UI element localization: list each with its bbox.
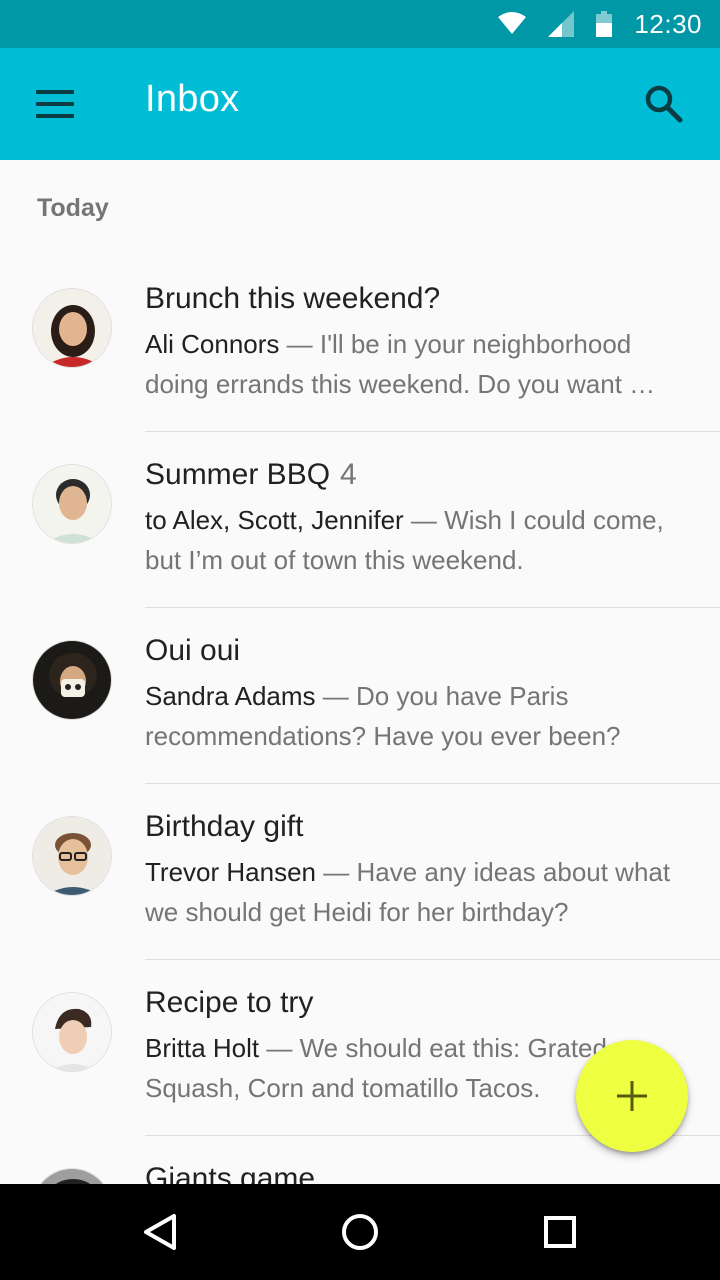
message-subject: Summer BBQ 4 — [145, 458, 357, 491]
message-sender: Sandra Adams — [145, 681, 316, 711]
back-icon[interactable] — [136, 1208, 184, 1256]
menu-icon[interactable] — [36, 90, 74, 118]
compose-fab-button[interactable] — [576, 1040, 688, 1152]
avatar — [32, 640, 112, 720]
message-sender: to Alex, Scott, Jennifer — [145, 505, 404, 535]
message-subject: Brunch this weekend? — [145, 282, 441, 315]
section-header-today: Today — [37, 194, 109, 222]
battery-icon — [596, 11, 613, 37]
avatar — [32, 288, 112, 368]
recents-icon[interactable] — [536, 1208, 584, 1256]
thread-count: 4 — [340, 458, 357, 491]
message-subject: Birthday gift — [145, 810, 304, 843]
list-item[interactable]: Brunch this weekend? Ali Connors — I'll … — [0, 256, 720, 432]
plus-icon — [617, 1081, 647, 1111]
home-icon[interactable] — [336, 1208, 384, 1256]
message-preview: to Alex, Scott, Jennifer — Wish I could … — [145, 505, 664, 575]
message-preview: Trevor Hansen — Have any ideas about wha… — [145, 857, 671, 927]
avatar — [32, 816, 112, 896]
message-sender: Ali Connors — [145, 329, 280, 359]
status-time: 12:30 — [634, 8, 702, 39]
search-icon[interactable] — [644, 84, 684, 124]
page-title: Inbox — [145, 78, 240, 120]
cell-signal-icon — [548, 11, 575, 37]
status-bar: 12:30 — [0, 0, 720, 48]
message-preview: Sandra Adams — Do you have Paris recomme… — [145, 681, 621, 751]
message-sender: Trevor Hansen — [145, 857, 316, 887]
list-item[interactable]: Summer BBQ 4 to Alex, Scott, Jennifer — W… — [0, 432, 720, 608]
wifi-icon — [498, 12, 527, 34]
list-item[interactable]: Oui oui Sandra Adams — Do you have Paris… — [0, 608, 720, 784]
message-sender: Britta Holt — [145, 1033, 260, 1063]
message-preview: Ali Connors — I'll be in your neighborho… — [145, 329, 656, 399]
navigation-bar — [0, 1184, 720, 1280]
status-icons: 12:30 — [498, 0, 702, 48]
message-subject: Recipe to try — [145, 986, 314, 1019]
avatar — [32, 992, 112, 1072]
app-bar: Inbox — [0, 48, 720, 160]
message-subject: Oui oui — [145, 634, 241, 667]
list-item[interactable]: Birthday gift Trevor Hansen — Have any i… — [0, 784, 720, 960]
avatar — [32, 464, 112, 544]
